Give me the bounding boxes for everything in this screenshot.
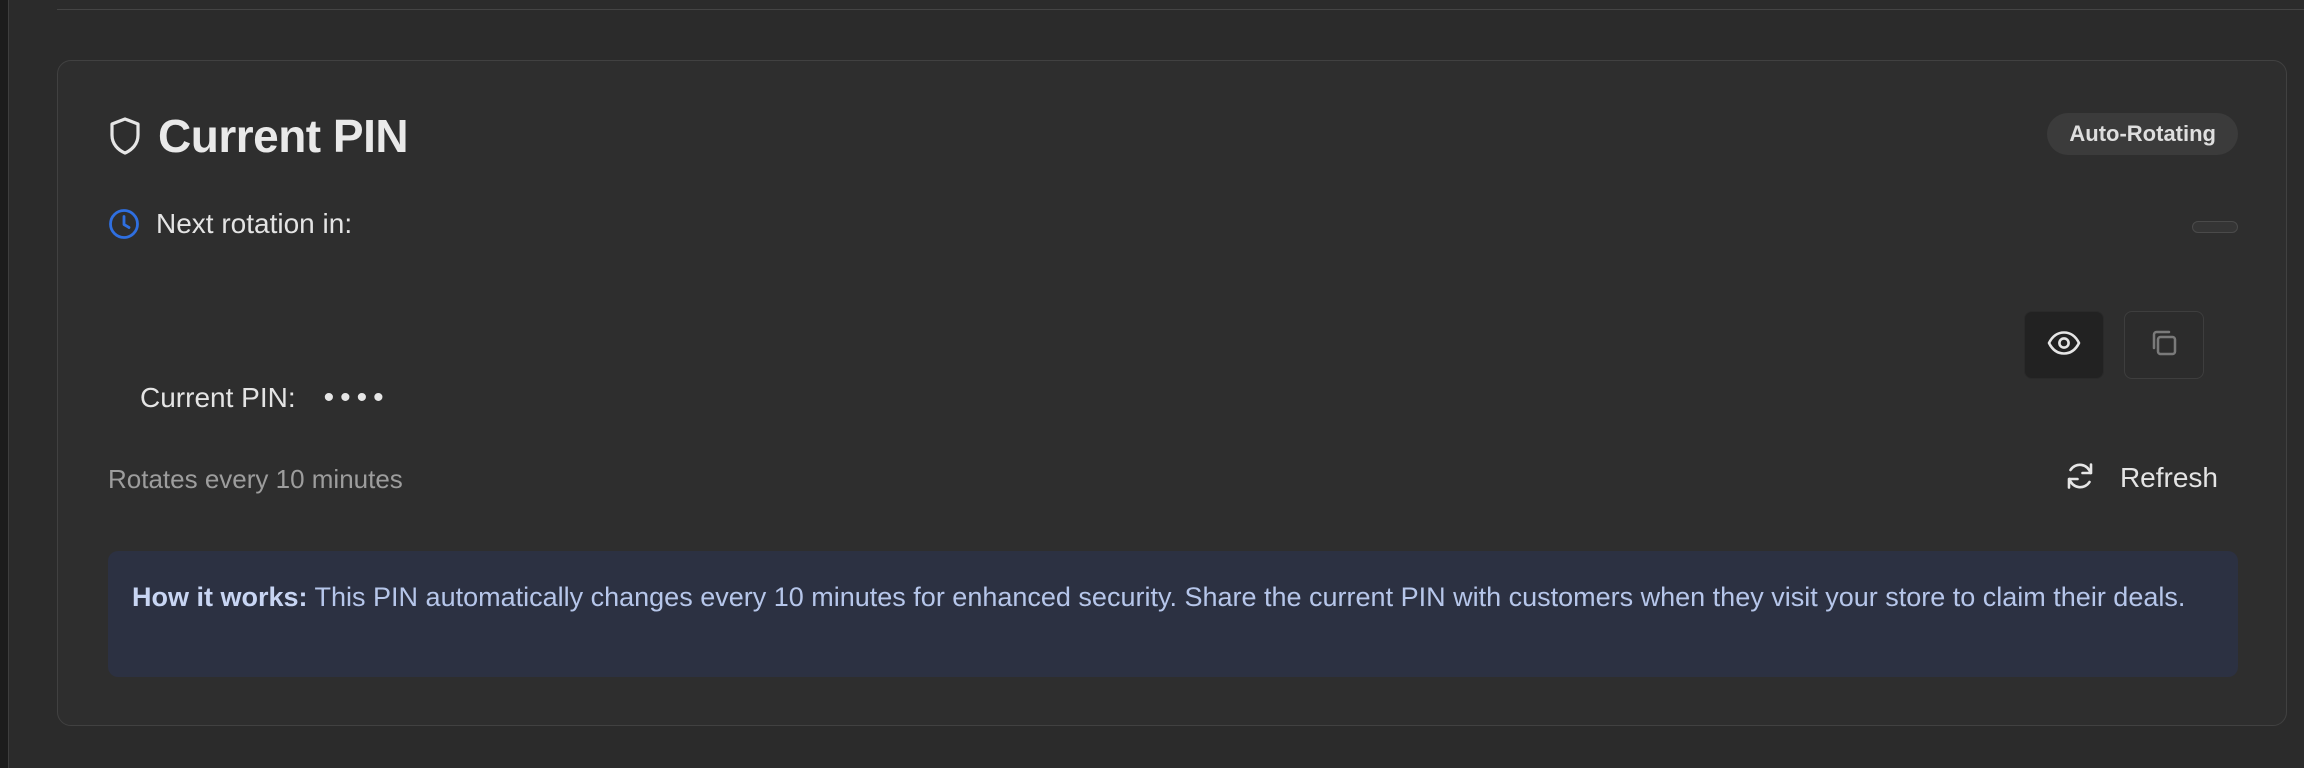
copy-icon <box>2148 327 2180 364</box>
eye-icon <box>2047 330 2081 361</box>
next-rotation-row: Next rotation in: <box>108 208 352 240</box>
copy-pin-button[interactable] <box>2124 311 2204 379</box>
rotation-interval-note: Rotates every 10 minutes <box>108 464 403 494</box>
pin-row: Current PIN: •••• <box>140 381 390 415</box>
shield-icon <box>108 116 142 156</box>
refresh-icon <box>2064 460 2096 497</box>
refresh-button[interactable]: Refresh <box>2044 453 2238 503</box>
how-it-works-lead: How it works: <box>132 582 308 612</box>
card-header: Current PIN <box>108 109 409 163</box>
pin-value-masked: •••• <box>323 381 390 414</box>
section-divider <box>57 9 2304 10</box>
current-pin-card: Current PIN Auto-Rotating Next rotation … <box>57 60 2287 726</box>
clock-icon <box>108 208 140 240</box>
how-it-works-text: This PIN automatically changes every 10 … <box>307 582 2186 612</box>
page: Current PIN Auto-Rotating Next rotation … <box>0 0 2304 768</box>
auto-rotating-badge: Auto-Rotating <box>2047 113 2238 155</box>
window-edge <box>0 0 9 768</box>
card-title: Current PIN <box>158 110 409 162</box>
pin-label: Current PIN: <box>140 382 296 413</box>
reveal-pin-button[interactable] <box>2024 311 2104 379</box>
refresh-label: Refresh <box>2119 462 2218 493</box>
next-rotation-label: Next rotation in: <box>156 208 353 239</box>
how-it-works-box: How it works: This PIN automatically cha… <box>108 551 2238 677</box>
countdown-value <box>2192 221 2238 233</box>
